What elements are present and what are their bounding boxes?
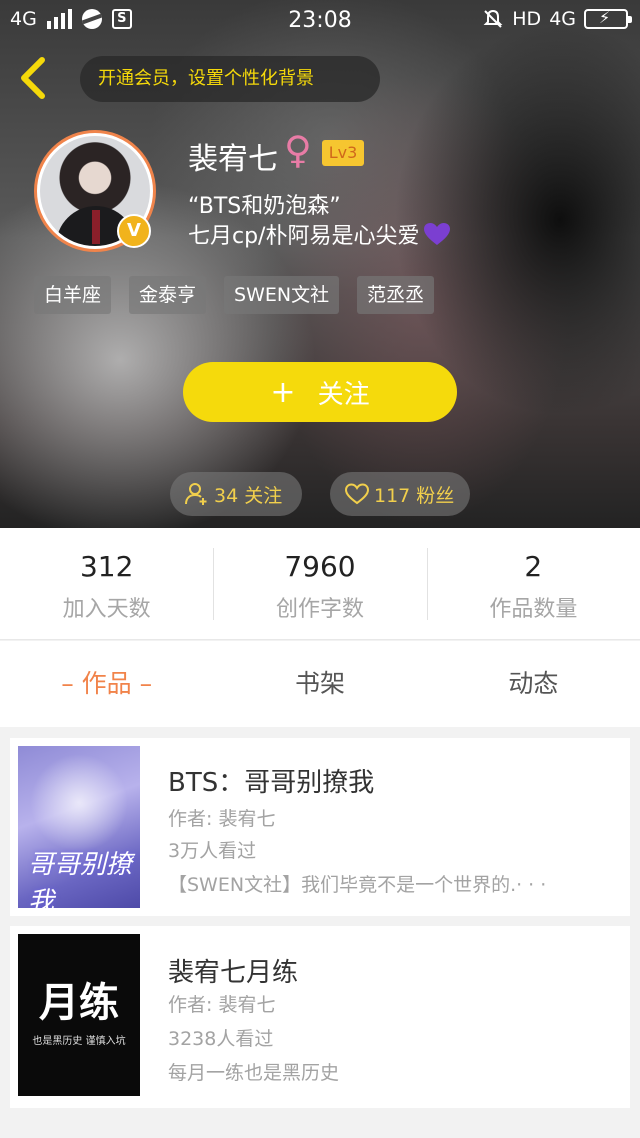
bio-line-2-text: 七月cp/朴阿易是心尖爱 [188, 224, 420, 249]
purple-heart-icon [424, 223, 451, 245]
hd-label: HD [512, 8, 542, 30]
book-views: 3238人看过 [168, 1028, 274, 1050]
verified-badge-icon: V [117, 214, 151, 248]
level-badge: Lv3 [322, 140, 364, 166]
vip-background-banner[interactable]: 开通会员，设置个性化背景 [80, 56, 380, 102]
cover-title: 月练 [39, 979, 119, 1026]
follow-button-label: 关注 [317, 379, 370, 410]
profile-tabs: – 作品 – 书架 动态 [0, 641, 640, 727]
book-description: 【SWEN文社】我们毕竟不是一个世界的.· · · [168, 874, 547, 896]
status-bar: 4G S 23:08 HD 4G ⚡ [0, 0, 640, 42]
fans-label: 117 粉丝 [374, 484, 455, 507]
heart-outline-icon [344, 483, 370, 505]
book-cover: 月练 也是黑历史 谨慎入坑 [18, 934, 140, 1096]
network-right-label: 4G [549, 8, 576, 30]
cover-subtitle: 也是黑历史 谨慎入坑 [32, 1036, 126, 1047]
book-author: 作者: 裴宥七 [168, 994, 276, 1016]
tag-item[interactable]: SWEN文社 [224, 276, 340, 314]
stat-value: 7960 [284, 550, 356, 583]
book-views: 3万人看过 [168, 840, 257, 862]
stat-words-written: 7960 创作字数 [213, 528, 426, 639]
plus-icon: + [270, 374, 296, 410]
mute-bell-icon [483, 9, 503, 28]
stat-works-count: 2 作品数量 [426, 528, 640, 639]
status-right: HD 4G ⚡ [482, 8, 632, 30]
stat-label: 作品数量 [489, 597, 578, 622]
book-description: 每月一练也是黑历史 [168, 1062, 340, 1084]
stat-label: 加入天数 [62, 597, 151, 622]
user-add-icon [185, 483, 207, 505]
tag-item[interactable]: 白羊座 [34, 276, 112, 314]
username: 裴宥七 [188, 142, 278, 177]
bio-line-2: 七月cp/朴阿易是心尖爱 [188, 218, 451, 250]
book-author: 作者: 裴宥七 [168, 808, 276, 830]
tab-activity[interactable]: 动态 [427, 641, 640, 727]
tab-bookshelf[interactable]: 书架 [213, 641, 426, 727]
bio-line-1: “BTS和奶泡森” [188, 194, 341, 219]
profile-header: 4G S 23:08 HD 4G ⚡ 开通会员，设置个性化背景 V 裴宥七 ♀ [0, 0, 640, 528]
book-cover: 哥哥别撩我 [18, 746, 140, 908]
stat-value: 312 [79, 550, 134, 583]
tab-works[interactable]: – 作品 – [0, 641, 213, 727]
tag-list: 白羊座 金泰亨 SWEN文社 范丞丞 [34, 276, 435, 314]
book-list-item[interactable]: 月练 也是黑历史 谨慎入坑 裴宥七月练 作者: 裴宥七 3238人看过 每月一练… [10, 926, 630, 1108]
following-count-button[interactable]: 34 关注 [170, 472, 302, 516]
female-icon: ♀ [284, 128, 312, 172]
cover-title: 哥哥别撩我 [28, 850, 133, 908]
stat-label: 创作字数 [275, 597, 364, 622]
tag-item[interactable]: 金泰亨 [129, 276, 207, 314]
back-arrow-icon[interactable] [14, 54, 54, 102]
book-title: BTS：哥哥别撩我 [168, 768, 375, 798]
stat-value: 2 [524, 550, 543, 583]
stats-bar: 312 加入天数 7960 创作字数 2 作品数量 [0, 528, 640, 640]
follow-button[interactable]: + 关注 [183, 362, 457, 422]
book-list-item[interactable]: 哥哥别撩我 BTS：哥哥别撩我 作者: 裴宥七 3万人看过 【SWEN文社】我们… [10, 738, 630, 916]
following-label: 34 关注 [214, 484, 283, 507]
fans-count-button[interactable]: 117 粉丝 [330, 472, 470, 516]
battery-icon: ⚡ [584, 8, 632, 29]
tag-item[interactable]: 范丞丞 [357, 276, 435, 314]
book-title: 裴宥七月练 [168, 958, 299, 988]
stat-days-joined: 312 加入天数 [0, 528, 213, 639]
